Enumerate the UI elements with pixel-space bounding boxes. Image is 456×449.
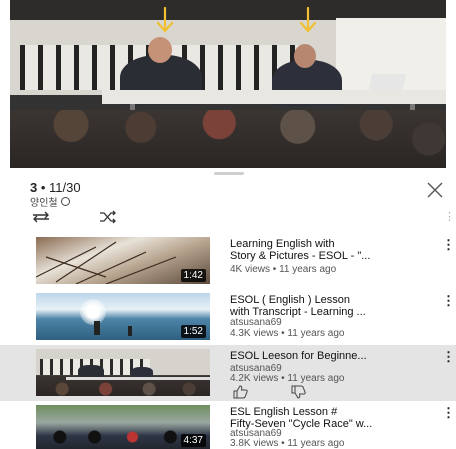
video-frame-ceiling bbox=[10, 0, 446, 20]
thumbs-down-icon[interactable] bbox=[290, 385, 308, 399]
playlist-item[interactable]: 1:52 ESOL ( English ) Lesson with Transc… bbox=[0, 289, 456, 345]
playlist-more-icon[interactable]: ⋮ bbox=[444, 210, 455, 224]
playlist-position: 3 • 11/30 bbox=[30, 180, 81, 195]
video-duration: 1:52 bbox=[180, 325, 206, 338]
video-title: ESOL Leeson for Beginne... bbox=[230, 350, 367, 362]
globe-icon bbox=[60, 197, 70, 206]
playlist-item[interactable]: 4:37 ESL English Lesson # Fifty-Seven "C… bbox=[0, 403, 456, 449]
video-duration: 4:37 bbox=[180, 434, 206, 447]
video-thumbnail[interactable]: 1:42 bbox=[36, 237, 210, 284]
more-vert-icon[interactable]: ⋮ bbox=[442, 406, 455, 419]
playlist-owner-name: 양인철 bbox=[30, 198, 58, 209]
video-title: Learning English with Story & Pictures -… bbox=[230, 238, 371, 262]
shuffle-icon[interactable] bbox=[98, 210, 118, 224]
more-vert-icon[interactable]: ⋮ bbox=[442, 294, 455, 307]
speaker-left-head bbox=[148, 37, 172, 63]
video-duration: 1:42 bbox=[180, 269, 206, 282]
playlist-owner[interactable]: 양인철 bbox=[30, 194, 70, 209]
video-meta: 4K views • 11 years ago bbox=[230, 264, 337, 275]
arrow-down-icon bbox=[299, 6, 317, 33]
video-channel: atsusana69 bbox=[230, 317, 282, 328]
playlist-item-current[interactable]: ESOL Leeson for Beginne... atsusana69 4.… bbox=[0, 345, 456, 401]
video-meta: 4.3K views • 11 years ago bbox=[230, 328, 345, 339]
more-vert-icon[interactable]: ⋮ bbox=[442, 350, 455, 363]
close-icon[interactable] bbox=[425, 180, 445, 200]
video-thumbnail[interactable]: 4:37 bbox=[36, 405, 210, 449]
video-title: ESL English Lesson # Fifty-Seven "Cycle … bbox=[230, 406, 373, 430]
video-title: ESOL ( English ) Lesson with Transcript … bbox=[230, 294, 366, 318]
video-thumbnail[interactable] bbox=[36, 349, 210, 396]
sheet-drag-handle[interactable] bbox=[214, 172, 244, 175]
arrow-down-icon bbox=[156, 6, 174, 33]
thumbs-up-icon[interactable] bbox=[232, 385, 250, 399]
video-thumbnail[interactable]: 1:52 bbox=[36, 293, 210, 340]
more-vert-icon[interactable]: ⋮ bbox=[442, 238, 455, 251]
playlist-count: • 11/30 bbox=[37, 180, 81, 195]
video-player[interactable] bbox=[10, 0, 446, 168]
video-meta: 3.8K views • 11 years ago bbox=[230, 438, 345, 449]
loop-icon[interactable] bbox=[30, 210, 52, 224]
video-meta: 4.2K views • 11 years ago bbox=[230, 373, 345, 384]
speaker-right-head bbox=[294, 44, 316, 68]
playlist-item[interactable]: 1:42 Learning English with Story & Pictu… bbox=[0, 233, 456, 287]
video-frame-audience bbox=[10, 110, 446, 168]
video-frame-table bbox=[102, 90, 446, 104]
